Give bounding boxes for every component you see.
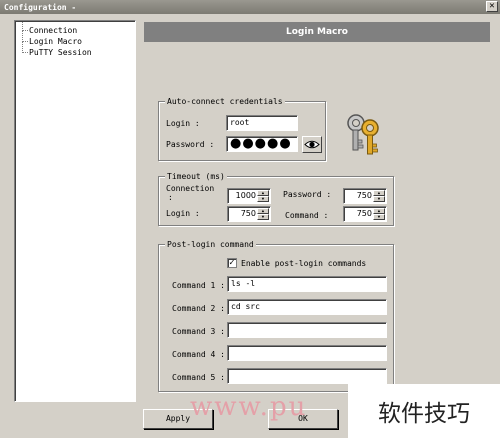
login-timeout-label: Login :	[166, 209, 200, 218]
password-timeout-value: 750	[356, 191, 372, 200]
spin-down-icon[interactable]: ▼	[373, 214, 385, 220]
spin-down-icon[interactable]: ▼	[257, 196, 269, 202]
login-timeout-value: 750	[240, 209, 256, 218]
config-tree: Connection Login Macro PuTTY Session	[14, 20, 136, 402]
command-1-label: Command 1 :	[172, 281, 225, 290]
password-input[interactable]: ●●●●●	[226, 136, 298, 152]
spin-down-icon[interactable]: ▼	[373, 196, 385, 202]
command-2-label: Command 2 :	[172, 304, 225, 313]
command-4-label: Command 4 :	[172, 350, 225, 359]
command-1-input[interactable]: ls -l	[227, 276, 387, 292]
command-4-input[interactable]	[227, 345, 387, 361]
post-login-legend: Post-login command	[165, 239, 256, 250]
password-timeout-stepper[interactable]: 750 ▲ ▼	[343, 188, 387, 204]
tree-item-putty-session[interactable]: PuTTY Session	[19, 42, 135, 58]
password-label: Password :	[166, 140, 215, 149]
title-bar: Configuration - ✕	[0, 0, 500, 14]
password-timeout-label: Password :	[283, 190, 332, 199]
enable-post-login-label: Enable post-login commands	[241, 259, 367, 268]
connection-timeout-label: Connection	[166, 184, 215, 193]
credentials-group: Auto-connect credentials	[158, 96, 326, 161]
command-timeout-stepper[interactable]: 750 ▲ ▼	[343, 206, 387, 222]
close-button[interactable]: ✕	[486, 1, 498, 12]
eye-icon	[304, 140, 320, 149]
login-input[interactable]: root	[226, 115, 298, 131]
tree-item-connection[interactable]: Connection	[19, 20, 135, 36]
command-timeout-value: 750	[356, 209, 372, 218]
command-2-input[interactable]: cd src	[227, 299, 387, 315]
keys-icon	[347, 114, 379, 155]
spin-down-icon[interactable]: ▼	[257, 214, 269, 220]
close-icon: ✕	[489, 1, 495, 11]
login-timeout-stepper[interactable]: 750 ▲ ▼	[227, 206, 271, 222]
command-5-label: Command 5 :	[172, 373, 225, 382]
connection-timeout-stepper[interactable]: 1000 ▲ ▼	[227, 188, 271, 204]
watermark-caption: 软件技巧	[348, 384, 500, 438]
watermark-text: www.pu	[190, 392, 308, 422]
tree-item-login-macro[interactable]: Login Macro	[19, 31, 135, 47]
timeout-legend: Timeout (ms)	[165, 171, 227, 182]
enable-post-login-checkbox[interactable]: ✓	[227, 258, 237, 268]
page-title: Login Macro	[144, 22, 490, 42]
command-5-input[interactable]	[227, 368, 387, 384]
checkmark-icon: ✓	[228, 258, 236, 267]
connection-timeout-value: 1000	[235, 191, 256, 200]
window-title: Configuration -	[4, 2, 77, 12]
connection-timeout-colon: :	[168, 193, 173, 202]
credentials-legend: Auto-connect credentials	[165, 96, 285, 107]
show-password-button[interactable]	[302, 136, 322, 153]
login-label: Login :	[166, 119, 200, 128]
command-timeout-label: Command :	[285, 211, 329, 220]
command-3-label: Command 3 :	[172, 327, 225, 336]
command-3-input[interactable]	[227, 322, 387, 338]
